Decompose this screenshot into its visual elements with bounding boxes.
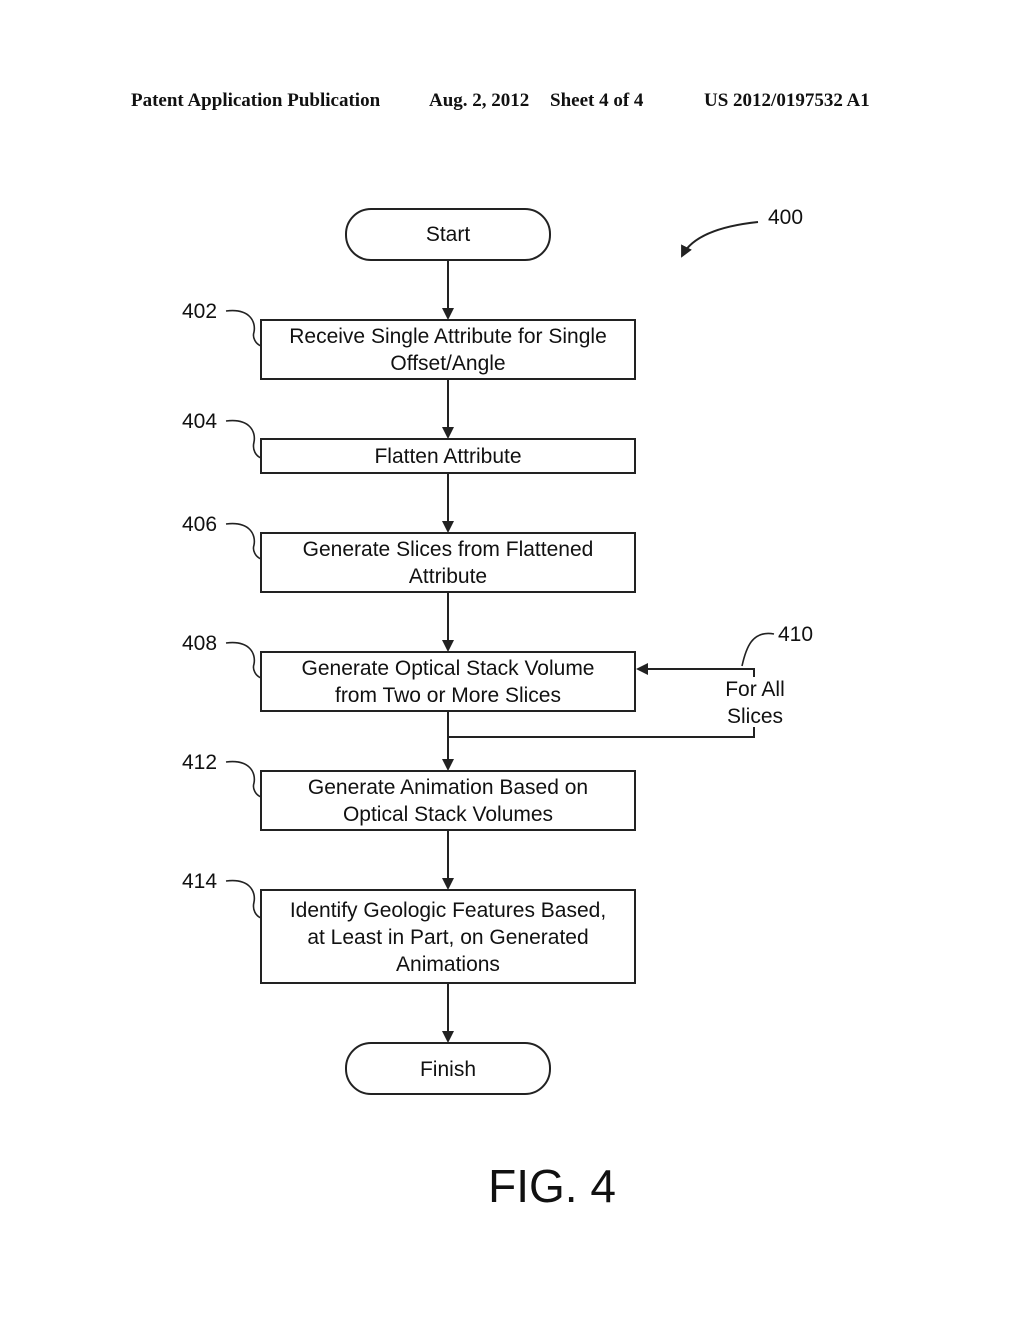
finish-label: Finish: [420, 1058, 476, 1081]
step-402-line-1: Receive Single Attribute for Single: [289, 325, 607, 348]
start-terminal: Start: [345, 208, 551, 261]
step-412-ref: 412: [182, 751, 217, 774]
step-414-line-2: at Least in Part, on Generated: [307, 926, 588, 949]
step-408-leader: [225, 641, 262, 679]
step-412-leader: [225, 760, 262, 798]
step-408-line-1: Generate Optical Stack Volume: [302, 657, 595, 680]
step-408-line-2: from Two or More Slices: [335, 684, 561, 707]
finish-terminal: Finish: [345, 1042, 551, 1095]
loop-ref-leader: [741, 632, 775, 667]
step-412-line-1: Generate Animation Based on: [308, 776, 588, 799]
step-414-box: Identify Geologic Features Based, at Lea…: [260, 889, 636, 984]
step-406-line-1: Generate Slices from Flattened: [303, 538, 594, 561]
figure-caption: FIG. 4: [488, 1160, 616, 1212]
step-402-ref: 402: [182, 300, 217, 323]
step-414-line-1: Identify Geologic Features Based,: [290, 899, 606, 922]
step-404-box: Flatten Attribute: [260, 438, 636, 474]
step-412-line-2: Optical Stack Volumes: [343, 803, 553, 826]
step-402-box: Receive Single Attribute for Single Offs…: [260, 319, 636, 380]
step-412-box: Generate Animation Based on Optical Stac…: [260, 770, 636, 831]
start-label: Start: [426, 223, 471, 246]
loop-feedback-arrow: [636, 663, 755, 677]
step-404-leader: [225, 419, 262, 459]
step-408-box: Generate Optical Stack Volume from Two o…: [260, 651, 636, 712]
loop-return-line: [448, 727, 755, 738]
figure-ref-arrow: [681, 221, 759, 258]
loop-label-line-1: For All: [725, 678, 785, 701]
step-414-ref: 414: [182, 870, 217, 893]
flowchart-diagram: 400 Start For All Slices 410 Receive Sin…: [182, 206, 813, 1212]
step-406-ref: 406: [182, 513, 217, 536]
step-408-ref: 408: [182, 632, 217, 655]
loop-label-line-2: Slices: [727, 705, 783, 728]
step-414-leader: [225, 879, 262, 919]
loop-ref-label: 410: [778, 623, 813, 646]
figure-ref-label: 400: [768, 206, 803, 229]
step-406-box: Generate Slices from Flattened Attribute: [260, 532, 636, 593]
step-402-leader: [225, 309, 262, 347]
step-404-ref: 404: [182, 410, 217, 433]
step-402-line-2: Offset/Angle: [390, 352, 505, 375]
step-414-line-3: Animations: [396, 953, 500, 976]
step-404-line-1: Flatten Attribute: [374, 445, 521, 468]
step-406-leader: [225, 522, 262, 560]
step-406-line-2: Attribute: [409, 565, 487, 588]
